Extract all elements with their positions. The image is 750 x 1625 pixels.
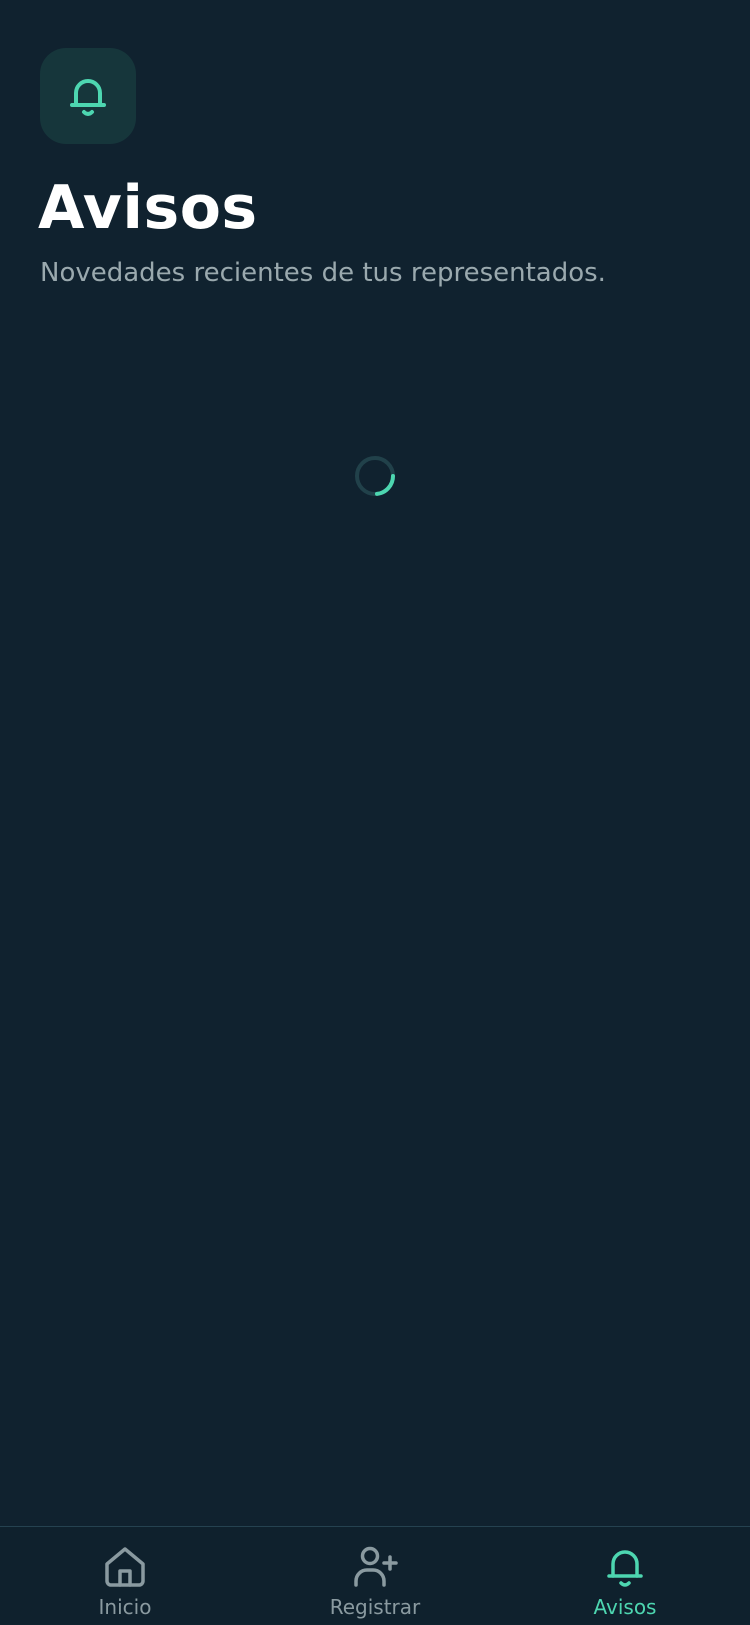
tab-label: Registrar: [329, 1595, 421, 1619]
tab-label: Inicio: [98, 1595, 152, 1619]
header-icon-tile: [40, 48, 136, 144]
bell-icon: [70, 79, 106, 116]
loading-spinner: [354, 455, 396, 497]
page-title: Avisos: [38, 173, 258, 243]
bottom-tab-bar: Inicio Registrar Avisos: [0, 1526, 750, 1624]
bell-icon: [607, 1550, 643, 1587]
user-plus-icon: [354, 1546, 398, 1587]
page-subtitle: Novedades recientes de tus representados…: [40, 258, 606, 288]
home-icon: [105, 1547, 145, 1587]
tab-avisos[interactable]: Avisos: [500, 1527, 750, 1625]
tab-inicio[interactable]: Inicio: [0, 1527, 250, 1625]
tab-registrar[interactable]: Registrar: [250, 1527, 500, 1625]
tab-label: Avisos: [593, 1595, 657, 1619]
